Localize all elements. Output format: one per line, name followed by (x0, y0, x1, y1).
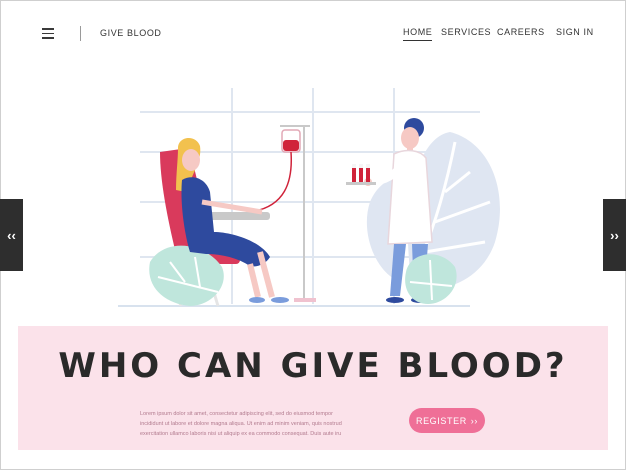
register-button-label: REGISTER (415, 415, 467, 426)
blood-donation-illustration (118, 88, 500, 307)
carousel-next-button[interactable]: ›› (603, 199, 626, 271)
carousel-prev-button[interactable]: ‹‹ (0, 199, 23, 271)
header-divider (80, 26, 81, 41)
chevron-double-right-icon: ›› (610, 227, 619, 243)
hero-banner: WHO CAN GIVE BLOOD? Lorem ipsum dolor si… (18, 326, 608, 450)
brand-name[interactable]: GIVE BLOOD (100, 28, 162, 38)
nav-careers[interactable]: CAREERS (497, 27, 545, 37)
hamburger-menu-icon[interactable] (42, 28, 54, 39)
nav-sign-in[interactable]: SIGN IN (556, 27, 594, 37)
banner-headline: WHO CAN GIVE BLOOD? (58, 346, 568, 386)
nav-home[interactable]: HOME (403, 27, 433, 41)
banner-body-text: Lorem ipsum dolor sit amet, consectetur … (140, 411, 342, 437)
chevron-double-right-icon: ›› (470, 415, 478, 426)
chevron-double-left-icon: ‹‹ (7, 227, 16, 243)
register-button[interactable]: REGISTER ›› (409, 408, 485, 433)
nav-services[interactable]: SERVICES (441, 27, 491, 37)
top-navbar: GIVE BLOOD HOME SERVICES CAREERS SIGN IN (0, 0, 626, 66)
